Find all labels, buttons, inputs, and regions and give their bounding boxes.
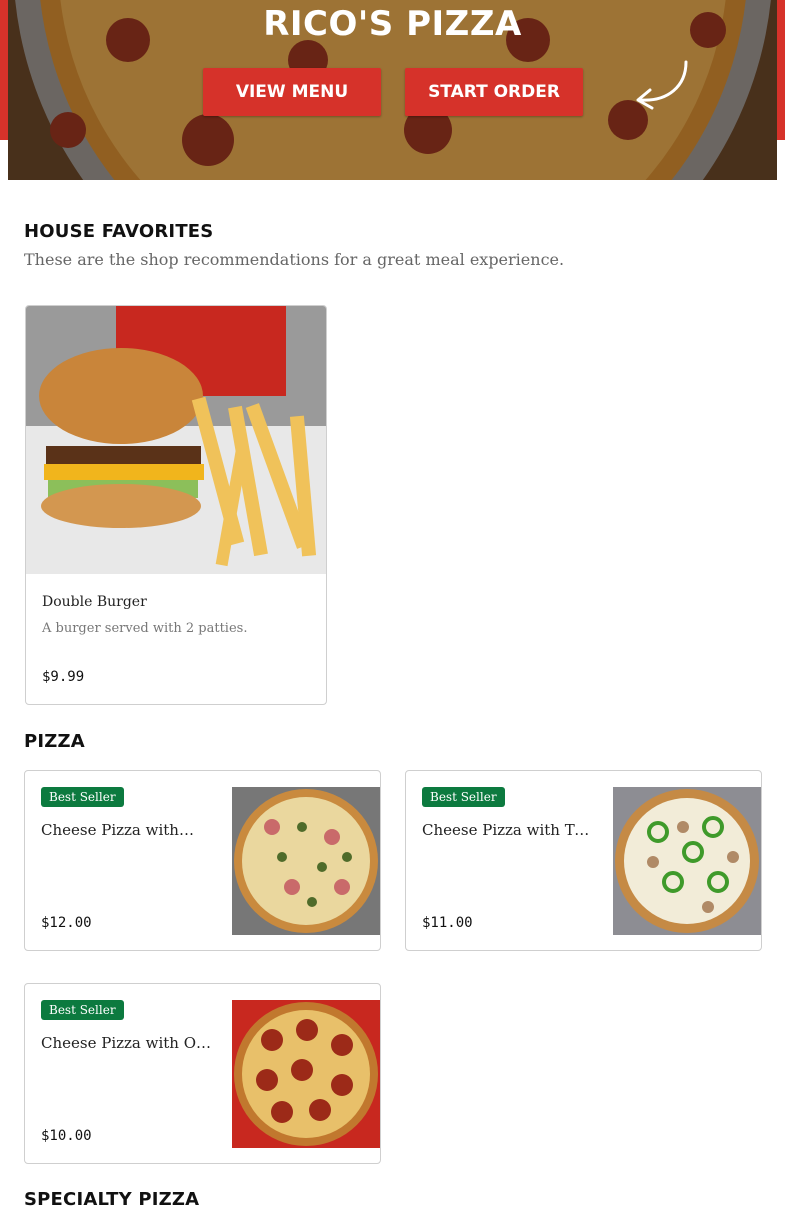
burger-and-fries-image — [26, 306, 326, 574]
hero-banner: RICO'S PIZZA VIEW MENU START ORDER — [8, 0, 777, 180]
curved-arrow-icon — [636, 60, 688, 110]
menu-item-price: $12.00 — [41, 915, 92, 931]
menu-item-price: $10.00 — [41, 1128, 92, 1144]
menu-item-card[interactable]: Best Seller Cheese Pizza with On… $10.00 — [24, 983, 381, 1164]
pizza-chicken-green-pepper-image — [613, 787, 761, 935]
menu-item-card[interactable]: Best Seller Cheese Pizza with… $12.00 — [24, 770, 381, 951]
menu-item-price: $9.99 — [42, 669, 85, 685]
best-seller-badge: Best Seller — [422, 787, 505, 807]
menu-item-card[interactable]: Double Burger A burger served with 2 pat… — [25, 305, 327, 705]
view-menu-button[interactable]: VIEW MENU — [203, 68, 381, 116]
best-seller-badge: Best Seller — [41, 787, 124, 807]
pizza-heading: PIZZA — [24, 731, 85, 752]
menu-item-price: $11.00 — [422, 915, 473, 931]
best-seller-badge: Best Seller — [41, 1000, 124, 1020]
menu-item-name: Cheese Pizza with… — [41, 821, 194, 839]
house-favorites-subtitle: These are the shop recommendations for a… — [24, 250, 565, 269]
menu-item-description: A burger served with 2 patties. — [42, 621, 248, 636]
start-order-button[interactable]: START ORDER — [405, 68, 583, 116]
specialty-pizza-heading: SPECIALTY PIZZA — [24, 1189, 200, 1210]
pizza-ham-jalapeno-image — [232, 787, 380, 935]
menu-item-name: Cheese Pizza with Tw… — [422, 821, 597, 839]
menu-item-name: Double Burger — [42, 594, 147, 610]
house-favorites-heading: HOUSE FAVORITES — [24, 221, 214, 242]
menu-item-name: Cheese Pizza with On… — [41, 1034, 216, 1052]
menu-item-card[interactable]: Best Seller Cheese Pizza with Tw… $11.00 — [405, 770, 762, 951]
restaurant-title: RICO'S PIZZA — [263, 4, 522, 44]
pizza-pepperoni-image — [232, 1000, 380, 1148]
